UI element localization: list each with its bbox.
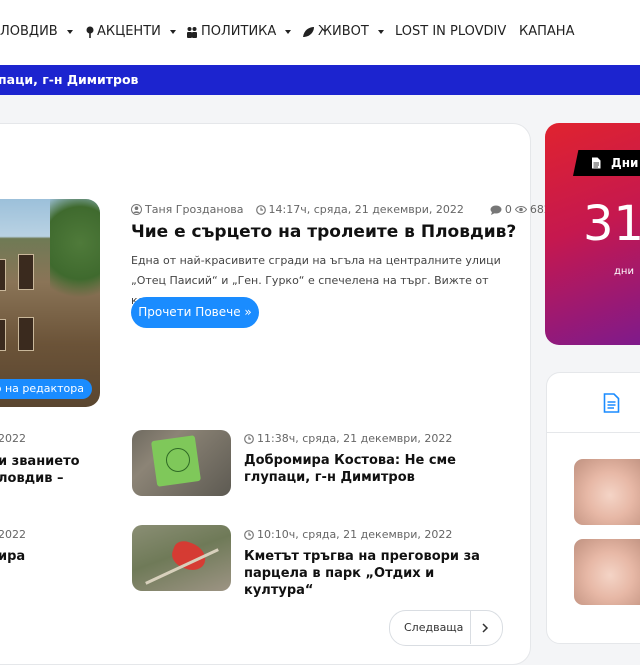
next-label: Следваща bbox=[404, 621, 464, 634]
leaf-icon bbox=[303, 26, 314, 37]
item-meta-left-2: 2022 bbox=[0, 528, 26, 541]
article-title[interactable]: Кметът тръгва на преговори за парцела в … bbox=[244, 548, 506, 599]
user-icon bbox=[131, 204, 142, 215]
chevron-down-icon bbox=[169, 29, 176, 34]
feed-thumbnail[interactable] bbox=[574, 459, 640, 525]
document-icon[interactable] bbox=[603, 393, 620, 413]
item-meta-2: 11:38ч, сряда, 21 декември, 2022 bbox=[244, 432, 452, 445]
nav-item-label: ЛОВДИВ bbox=[0, 24, 58, 39]
featured-meta: Таня Грозданова 14:17ч, сряда, 21 декемв… bbox=[131, 203, 551, 216]
article-date: 2022 bbox=[0, 528, 26, 541]
read-more-button[interactable]: Прочети Повече » bbox=[131, 297, 259, 328]
divider bbox=[470, 610, 471, 644]
chevron-right-icon bbox=[482, 623, 489, 633]
featured-article-image[interactable] bbox=[0, 199, 100, 407]
featured-article-title[interactable]: Чие е сърцето на тролеите в Пловдив? bbox=[131, 222, 516, 242]
nav-item-label: LOST IN PLOVDIV bbox=[395, 24, 507, 39]
days-tab[interactable]: Дни bbox=[573, 150, 640, 176]
pin-icon bbox=[86, 26, 94, 38]
nav-item-label: ПОЛИТИКА bbox=[201, 24, 277, 39]
clock-icon bbox=[255, 204, 266, 215]
article-thumbnail[interactable] bbox=[132, 525, 231, 591]
article-title[interactable]: Добромира Костова: Не сме глупаци, г-н Д… bbox=[244, 452, 504, 486]
clock-icon bbox=[244, 433, 254, 444]
eye-icon bbox=[514, 206, 527, 213]
feed-thumbnail[interactable] bbox=[574, 539, 640, 605]
article-time: 14:17ч, сряда, 21 декември, 2022 bbox=[268, 203, 464, 216]
nav-item-label: КАПАНА bbox=[519, 24, 575, 39]
breaking-news-ticker[interactable]: пaци, г-н Димитров bbox=[0, 65, 640, 95]
comment-icon bbox=[490, 205, 502, 215]
nav-item-lost-in-plovdiv[interactable]: LOST IN PLOVDIV bbox=[395, 24, 506, 39]
days-unit: дни bbox=[614, 266, 634, 277]
nav-item-label: АКЦЕНТИ bbox=[97, 24, 161, 39]
item-meta-left-1: 2022 bbox=[0, 432, 26, 445]
document-icon bbox=[592, 157, 601, 169]
nav-item-label: ЖИВОТ bbox=[318, 24, 369, 39]
article-time: 11:38ч, сряда, 21 декември, 2022 bbox=[257, 432, 453, 445]
comment-count: 0 bbox=[504, 203, 512, 216]
clock-icon bbox=[244, 529, 254, 540]
item-meta-4: 10:10ч, сряда, 21 декември, 2022 bbox=[244, 528, 452, 541]
chevron-down-icon bbox=[377, 29, 384, 34]
nav-item-akcenti[interactable]: АКЦЕНТИ bbox=[86, 24, 176, 39]
chevron-down-icon bbox=[66, 29, 73, 34]
article-thumbnail[interactable] bbox=[132, 430, 231, 496]
article-title-left-2[interactable]: ира bbox=[0, 548, 25, 565]
author-name[interactable]: Таня Грозданова bbox=[145, 203, 244, 216]
next-page-button[interactable]: Следваща bbox=[389, 610, 503, 646]
nav-item-kapana[interactable]: КАПАНА bbox=[519, 24, 574, 39]
ticker-text: пaци, г-н Димитров bbox=[0, 72, 139, 87]
chevron-down-icon bbox=[285, 29, 292, 34]
editor-choice-badge[interactable]: р на редактора bbox=[0, 379, 92, 399]
article-date: 2022 bbox=[0, 432, 26, 445]
title-line: ира bbox=[0, 549, 26, 564]
nav-item-plovdiv[interactable]: ЛОВДИВ bbox=[0, 24, 73, 39]
divider bbox=[547, 432, 640, 433]
title-line: ловдив – bbox=[0, 471, 64, 486]
title-line: и званието bbox=[0, 454, 80, 469]
tab-label: Дни bbox=[611, 156, 639, 170]
people-icon bbox=[187, 26, 197, 38]
days-count: 31 bbox=[583, 196, 640, 252]
article-time: 10:10ч, сряда, 21 декември, 2022 bbox=[257, 528, 453, 541]
top-navigation: ЛОВДИВ АКЦЕНТИ ПОЛИТИКА ЖИВОТ LOST IN PL… bbox=[0, 0, 640, 65]
nav-item-politika[interactable]: ПОЛИТИКА bbox=[186, 24, 292, 39]
article-title-left-1[interactable]: и званието ловдив – bbox=[0, 453, 80, 487]
badge-label: р на редактора bbox=[0, 382, 84, 395]
nav-item-zhivot[interactable]: ЖИВОТ bbox=[302, 24, 384, 39]
